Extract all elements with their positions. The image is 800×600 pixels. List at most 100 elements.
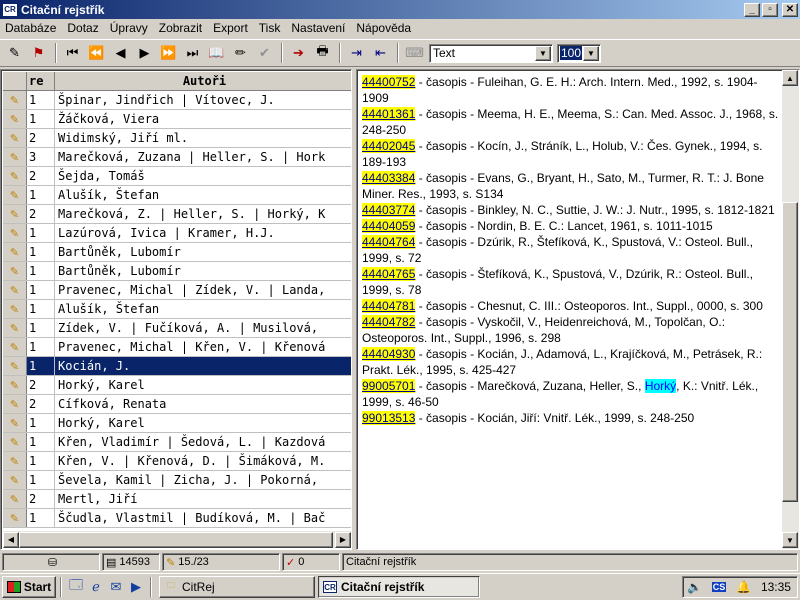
row-pencil-icon[interactable]: ✎ — [3, 319, 27, 337]
scroll-thumb[interactable] — [19, 531, 333, 548]
cell-re[interactable]: 1 — [27, 262, 55, 280]
cell-authors[interactable]: Bartůněk, Lubomír — [55, 262, 351, 280]
menu-zobrazit[interactable]: Zobrazit — [154, 21, 208, 35]
speaker-icon[interactable]: 🔈 — [687, 580, 702, 594]
row-pencil-icon[interactable]: ✎ — [3, 452, 27, 470]
row-pencil-icon[interactable]: ✎ — [3, 262, 27, 280]
horizontal-scrollbar[interactable]: ◀ ▶ — [3, 531, 351, 548]
maximize-button[interactable]: ▫ — [762, 2, 778, 17]
book-icon[interactable]: 📖 — [205, 42, 228, 64]
table-row[interactable]: ✎ 1 Kocián, J. — [3, 357, 351, 376]
start-button[interactable]: Start — [2, 576, 56, 598]
table-row[interactable]: ✎ 2 Mertl, Jiří — [3, 490, 351, 509]
prev-record-icon[interactable]: ◀ — [109, 42, 132, 64]
row-pencil-icon[interactable]: ✎ — [3, 167, 27, 185]
cell-authors[interactable]: Horký, Karel — [55, 376, 351, 394]
table-row[interactable]: ✎ 1 Špinar, Jindřich | Vítovec, J. — [3, 91, 351, 110]
close-button[interactable]: ✕ — [782, 2, 798, 17]
menu-tisk[interactable]: Tisk — [254, 21, 287, 35]
table-row[interactable]: ✎ 3 Marečková, Zuzana | Heller, S. | Hork — [3, 148, 351, 167]
cell-re[interactable]: 1 — [27, 300, 55, 318]
cell-re[interactable]: 2 — [27, 395, 55, 413]
table-row[interactable]: ✎ 1 Alušík, Štefan — [3, 186, 351, 205]
cell-re[interactable]: 1 — [27, 509, 55, 527]
citation-id-link[interactable]: 99013513 — [362, 411, 416, 425]
cell-re[interactable]: 1 — [27, 338, 55, 356]
cell-authors[interactable]: Alušík, Štefan — [55, 186, 351, 204]
row-pencil-icon[interactable]: ✎ — [3, 91, 27, 109]
citation-id-link[interactable]: 44403774 — [362, 203, 416, 217]
table-row[interactable]: ✎ 1 Pravenec, Michal | Zídek, V. | Landa, — [3, 281, 351, 300]
cell-authors[interactable]: Cífková, Renata — [55, 395, 351, 413]
cell-authors[interactable]: Křen, Vladimír | Šedová, L. | Kazdová — [55, 433, 351, 451]
notification-icon[interactable]: 🔔 — [736, 580, 751, 594]
row-pencil-icon[interactable]: ✎ — [3, 433, 27, 451]
cell-authors[interactable]: Ščudla, Vlastmil | Budíková, M. | Bač — [55, 509, 351, 527]
row-pencil-icon[interactable]: ✎ — [3, 357, 27, 375]
citation-id-link[interactable]: 44404765 — [362, 267, 416, 281]
row-pencil-icon[interactable]: ✎ — [3, 509, 27, 527]
menu-nastaveni[interactable]: Nastavení — [286, 21, 351, 35]
table-row[interactable]: ✎ 1 Zídek, V. | Fučíková, A. | Musilová, — [3, 319, 351, 338]
citation-id-link[interactable]: 44403384 — [362, 171, 416, 185]
language-indicator[interactable]: CS — [711, 582, 727, 592]
menu-databaze[interactable]: Databáze — [0, 21, 62, 35]
task-citrej[interactable]: 🗀 CitRej — [159, 576, 315, 598]
row-pencil-icon[interactable]: ✎ — [3, 205, 27, 223]
table-row[interactable]: ✎ 1 Ščudla, Vlastmil | Budíková, M. | Bač — [3, 509, 351, 528]
row-pencil-icon[interactable]: ✎ — [3, 243, 27, 261]
minimize-button[interactable]: _ — [744, 2, 760, 17]
row-pencil-icon[interactable]: ✎ — [3, 224, 27, 242]
cell-authors[interactable]: Marečková, Z. | Heller, S. | Horký, K — [55, 205, 351, 223]
table-row[interactable]: ✎ 1 Bartůněk, Lubomír — [3, 262, 351, 281]
scroll-down-icon[interactable]: ▼ — [782, 532, 798, 548]
first-record-icon[interactable]: ⏮ — [61, 42, 84, 64]
flag-icon[interactable]: ⚑ — [27, 42, 50, 64]
cell-re[interactable]: 1 — [27, 471, 55, 489]
cell-authors[interactable]: Marečková, Zuzana | Heller, S. | Hork — [55, 148, 351, 166]
size-select[interactable]: 100 ▼ — [557, 43, 601, 63]
row-pencil-icon[interactable]: ✎ — [3, 300, 27, 318]
cell-re[interactable]: 2 — [27, 490, 55, 508]
citation-id-link[interactable]: 44404782 — [362, 315, 416, 329]
table-row[interactable]: ✎ 2 Widimský, Jiří ml. — [3, 129, 351, 148]
cell-authors[interactable]: Špinar, Jindřich | Vítovec, J. — [55, 91, 351, 109]
cell-authors[interactable]: Widimský, Jiří ml. — [55, 129, 351, 147]
fast-forward-icon[interactable]: ⏩ — [157, 42, 180, 64]
explorer-icon[interactable]: 🗔 — [66, 577, 86, 597]
cell-re[interactable]: 1 — [27, 319, 55, 337]
table-row[interactable]: ✎ 2 Marečková, Z. | Heller, S. | Horký, K — [3, 205, 351, 224]
scroll-right-icon[interactable]: ▶ — [335, 531, 351, 548]
citation-id-link[interactable]: 44401361 — [362, 107, 416, 121]
export-icon[interactable]: ➔ — [287, 42, 310, 64]
cell-authors[interactable]: Kocián, J. — [55, 357, 351, 375]
cell-authors[interactable]: Křen, V. | Křenová, D. | Šimáková, M. — [55, 452, 351, 470]
table-row[interactable]: ✎ 1 Alušík, Štefan — [3, 300, 351, 319]
table-row[interactable]: ✎ 1 Lazúrová, Ivica | Kramer, H.J. — [3, 224, 351, 243]
cell-re[interactable]: 2 — [27, 167, 55, 185]
citation-id-link[interactable]: 44404059 — [362, 219, 416, 233]
scroll-up-icon[interactable]: ▲ — [782, 70, 798, 86]
print-icon[interactable]: 🖶 — [311, 42, 334, 64]
cell-authors[interactable]: Ševela, Kamil | Zicha, J. | Pokorná, — [55, 471, 351, 489]
edit-icon[interactable]: ✎ — [3, 42, 26, 64]
table-row[interactable]: ✎ 1 Bartůněk, Lubomír — [3, 243, 351, 262]
chevron-down-icon[interactable]: ▼ — [583, 45, 599, 61]
table-row[interactable]: ✎ 2 Šejda, Tomáš — [3, 167, 351, 186]
cell-re[interactable]: 1 — [27, 414, 55, 432]
mail-icon[interactable]: ✉ — [106, 577, 126, 597]
cell-re[interactable]: 1 — [27, 186, 55, 204]
row-pencil-icon[interactable]: ✎ — [3, 129, 27, 147]
authors-grid[interactable]: re Autoři ✎ 1 Špinar, Jindřich | Vítovec, J.… — [0, 69, 352, 550]
table-row[interactable]: ✎ 1 Křen, V. | Křenová, D. | Šimáková, M. — [3, 452, 351, 471]
fast-back-icon[interactable]: ⏪ — [85, 42, 108, 64]
task-citacni-rejstrik[interactable]: CR Citační rejstřík — [318, 576, 480, 598]
citation-id-link[interactable]: 44404781 — [362, 299, 416, 313]
row-pencil-icon[interactable]: ✎ — [3, 376, 27, 394]
citation-id-link[interactable]: 44402045 — [362, 139, 416, 153]
cell-authors[interactable]: Pravenec, Michal | Zídek, V. | Landa, — [55, 281, 351, 299]
media-icon[interactable]: ▶ — [126, 577, 146, 597]
cell-re[interactable]: 2 — [27, 376, 55, 394]
cell-re[interactable]: 1 — [27, 357, 55, 375]
row-pencil-icon[interactable]: ✎ — [3, 471, 27, 489]
